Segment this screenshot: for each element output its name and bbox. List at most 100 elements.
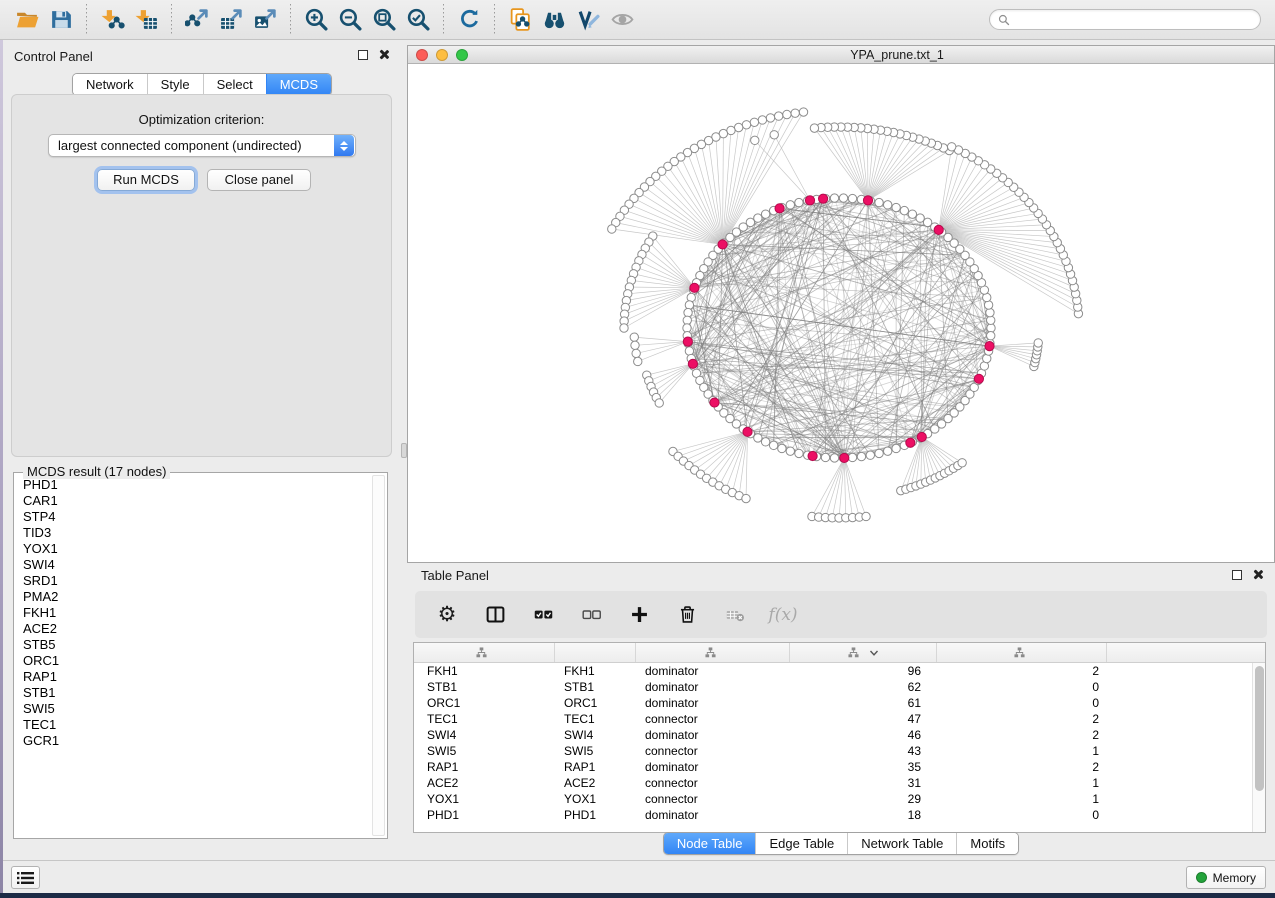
table-toolbar: ⚙f(x) [415,591,1267,638]
network-graph[interactable] [408,64,1274,562]
mcds-result-item[interactable]: STB5 [17,637,370,653]
table-row[interactable]: PHD1PHD1dominator180 [414,807,1265,823]
toolbar-separator [290,4,291,36]
mcds-result-item[interactable]: SWI5 [17,701,370,717]
new-network-from-selection-button[interactable] [503,4,537,36]
mcds-result-item[interactable]: STB1 [17,685,370,701]
task-history-button[interactable] [11,866,40,889]
column-header-shared-name[interactable] [414,643,555,662]
column-header-predecessor-nodes[interactable] [937,643,1107,662]
table-cell: 2 [937,663,1107,679]
export-table-button[interactable] [214,4,248,36]
mcds-result-item[interactable]: PMA2 [17,589,370,605]
search-box[interactable] [989,9,1261,30]
table-tab-motifs[interactable]: Motifs [956,833,1018,854]
mcds-result-item[interactable]: SRD1 [17,573,370,589]
attribute-icon [476,647,487,658]
optimization-criterion-select[interactable]: largest connected component (undirected) [48,134,356,157]
table-row[interactable]: YOX1YOX1connector291 [414,791,1265,807]
tab-network[interactable]: Network [73,74,147,95]
network-canvas[interactable] [408,64,1274,562]
table-panel-title: Table Panel [421,568,489,583]
table-tab-node-table[interactable]: Node Table [664,833,756,854]
zoom-out-button[interactable] [333,4,367,36]
table-scrollbar[interactable] [1252,663,1265,832]
mcds-result-item[interactable]: TID3 [17,525,370,541]
add-column-button[interactable] [627,603,651,627]
table-cell: dominator [636,663,790,679]
mcds-result-item[interactable]: PHD1 [17,477,370,493]
mcds-result-item[interactable]: STP4 [17,509,370,525]
table-tab-edge-table[interactable]: Edge Table [755,833,847,854]
table-cell: 96 [790,663,937,679]
float-panel-icon[interactable] [358,50,368,60]
attribute-icon [1014,647,1025,658]
table-row[interactable]: TEC1TEC1connector472 [414,711,1265,727]
minimize-window-light[interactable] [436,49,448,61]
mcds-result-item[interactable]: ACE2 [17,621,370,637]
node-table: FKH1FKH1dominator962STB1STB1dominator620… [413,642,1266,833]
tab-style[interactable]: Style [147,74,203,95]
import-network-button[interactable] [95,4,129,36]
mcds-result-item[interactable]: CAR1 [17,493,370,509]
mcds-result-item[interactable]: RAP1 [17,669,370,685]
table-row[interactable]: FKH1FKH1dominator962 [414,663,1265,679]
table-row[interactable]: SWI5SWI5connector431 [414,743,1265,759]
toolbar-separator [171,4,172,36]
mcds-result-list[interactable]: PHD1CAR1STP4TID3YOX1SWI4SRD1PMA2FKH1ACE2… [17,477,370,835]
table-cell: connector [636,791,790,807]
run-mcds-button[interactable]: Run MCDS [97,169,195,191]
memory-button[interactable]: Memory [1186,866,1266,889]
save-session-button[interactable] [44,4,78,36]
table-body: FKH1FKH1dominator962STB1STB1dominator620… [414,663,1265,823]
hide-graphics-details-icon [610,7,635,32]
mcds-result-item[interactable]: YOX1 [17,541,370,557]
show-graphics-details-button[interactable] [571,4,605,36]
table-tab-network-table[interactable]: Network Table [847,833,956,854]
export-network-button[interactable] [180,4,214,36]
mcds-list-scrollbar[interactable] [372,475,385,836]
zoom-in-button[interactable] [299,4,333,36]
table-row[interactable]: SWI4SWI4dominator462 [414,727,1265,743]
mcds-result-item[interactable]: FKH1 [17,605,370,621]
table-row[interactable]: ACE2ACE2connector311 [414,775,1265,791]
tab-select[interactable]: Select [203,74,266,95]
table-row[interactable]: RAP1RAP1dominator352 [414,759,1265,775]
table-settings-gear-button[interactable]: ⚙ [435,603,459,627]
mcds-result-item[interactable]: SWI4 [17,557,370,573]
close-panel-icon[interactable] [378,49,389,60]
table-row[interactable]: ORC1ORC1dominator610 [414,695,1265,711]
table-cell: YOX1 [414,791,555,807]
column-header-name[interactable] [555,643,636,662]
network-window-titlebar[interactable]: YPA_prune.txt_1 [408,46,1274,64]
refresh-button[interactable] [452,4,486,36]
float-table-panel-icon[interactable] [1232,570,1242,580]
hide-graphics-details-button[interactable] [605,4,639,36]
close-table-panel-icon[interactable] [1252,569,1263,580]
deselect-all-button[interactable] [579,603,603,627]
main-toolbar [0,0,1275,40]
column-header-successor-nodes[interactable] [790,643,937,662]
find-binoculars-button[interactable] [537,4,571,36]
close-window-light[interactable] [416,49,428,61]
import-table-button[interactable] [129,4,163,36]
tab-mcds[interactable]: MCDS [266,74,331,95]
export-image-button[interactable] [248,4,282,36]
show-columns-button[interactable] [483,603,507,627]
select-all-button[interactable] [531,603,555,627]
open-file-button[interactable] [10,4,44,36]
table-scrollbar-thumb[interactable] [1255,666,1264,791]
search-input[interactable] [1015,13,1252,27]
zoom-selected-button[interactable] [401,4,435,36]
zoom-fit-button[interactable] [367,4,401,36]
close-panel-button[interactable]: Close panel [207,169,311,191]
column-header-MCDS-role[interactable] [636,643,790,662]
table-cell: connector [636,743,790,759]
mcds-result-item[interactable]: GCR1 [17,733,370,749]
table-cell: 1 [937,775,1107,791]
table-row[interactable]: STB1STB1dominator620 [414,679,1265,695]
mcds-result-item[interactable]: ORC1 [17,653,370,669]
delete-column-button[interactable] [675,603,699,627]
mcds-result-item[interactable]: TEC1 [17,717,370,733]
find-binoculars-icon [542,7,567,32]
